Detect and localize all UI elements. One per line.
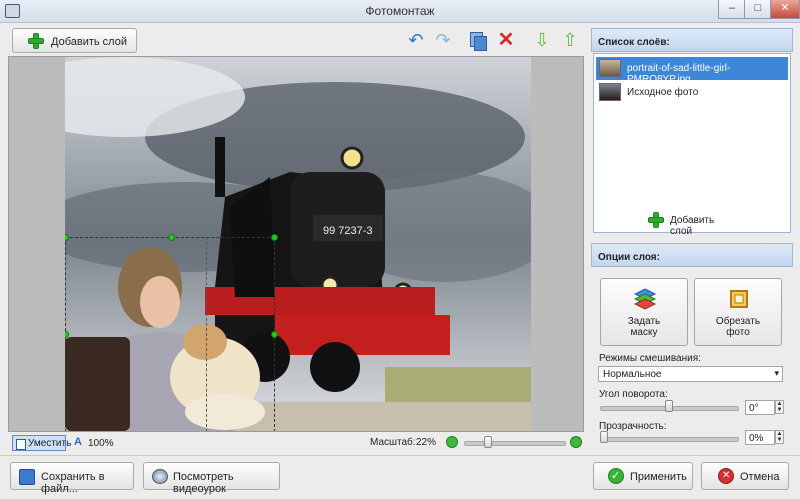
copy-layer-icon[interactable]: [470, 32, 487, 51]
blend-mode-value: Нормальное: [603, 369, 662, 380]
selection-guide: [206, 237, 207, 431]
status-bar: Уместить A 100% Масштаб: 22%: [8, 433, 584, 452]
layer-thumbnail: [599, 59, 621, 77]
set-mask-button[interactable]: Задать маску: [600, 278, 688, 346]
add-layer-button[interactable]: Добавить слой: [12, 28, 137, 53]
title-bar: Фотомонтаж – □ ✕: [0, 0, 800, 23]
layers-mask-icon: [633, 288, 657, 310]
cancel-button[interactable]: ✕ Отмена: [701, 462, 789, 490]
options-panel-title: Опции слоя:: [591, 243, 793, 267]
watch-video-label: Посмотреть видеоурок: [173, 471, 234, 495]
rotation-value: 0°: [749, 403, 759, 414]
zoom-in-icon[interactable]: [570, 436, 582, 448]
layer-item[interactable]: portrait-of-sad-little-girl-PMRQ8YP.jpg: [596, 57, 788, 85]
cancel-icon: ✕: [718, 468, 734, 484]
divider: [0, 455, 800, 456]
close-window-button[interactable]: ✕: [770, 0, 800, 19]
layer-list: portrait-of-sad-little-girl-PMRQ8YP.jpg …: [593, 53, 791, 237]
fit-icon: [16, 439, 26, 450]
add-layer-label: Добавить слой: [51, 36, 127, 48]
opacity-label: Прозрачность:: [599, 421, 667, 432]
undo-icon[interactable]: ↶: [406, 30, 426, 50]
layer-label: Исходное фото: [627, 87, 699, 98]
blend-mode-label: Режимы смешивания:: [599, 353, 701, 364]
panel-add-layer-label: Добавить слой: [670, 215, 715, 237]
opacity-value: 0%: [749, 433, 764, 444]
layers-panel-title: Список слоёв:: [591, 28, 793, 52]
blend-mode-select[interactable]: Нормальное ▾: [598, 366, 783, 382]
arrow-down-icon[interactable]: ⇩: [532, 30, 552, 50]
resize-handle[interactable]: [168, 234, 175, 241]
zoom-value: 22%: [416, 437, 437, 448]
opacity-slider[interactable]: [600, 437, 739, 442]
set-mask-label: Задать маску: [627, 316, 661, 338]
save-to-file-button[interactable]: Сохранить в файл...: [10, 462, 134, 495]
apply-label: Применить: [630, 471, 687, 483]
fit-label: Уместить: [28, 438, 72, 449]
crop-photo-label: Обрезать фото: [715, 316, 761, 338]
zoom-slider-thumb[interactable]: [484, 436, 493, 448]
window-title: Фотомонтаж: [365, 4, 435, 18]
redo-icon[interactable]: ↷: [433, 30, 453, 50]
plus-icon: [28, 33, 44, 49]
selection-frame[interactable]: [65, 237, 275, 431]
zoom-slider[interactable]: [464, 441, 566, 446]
rotation-spinner[interactable]: ▲ ▼: [775, 400, 784, 414]
photo-canvas[interactable]: 99 7237-3: [65, 57, 531, 431]
maximize-button[interactable]: □: [744, 0, 772, 19]
opacity-slider-thumb[interactable]: [600, 431, 608, 443]
cancel-label: Отмена: [740, 471, 780, 483]
resize-handle[interactable]: [271, 234, 278, 241]
actual-size-icon: A: [74, 436, 82, 448]
actual-size-button[interactable]: A 100%: [70, 435, 120, 451]
rotation-slider-thumb[interactable]: [664, 400, 673, 412]
resize-handle[interactable]: [271, 331, 278, 338]
webcam-icon: [152, 469, 168, 484]
delete-layer-icon[interactable]: ✕: [496, 30, 516, 50]
minimize-button[interactable]: –: [718, 0, 746, 19]
zoom-out-icon[interactable]: [446, 436, 458, 448]
locomotive-plate: 99 7237-3: [323, 225, 373, 237]
panel-add-layer-button[interactable]: Добавить слой: [648, 211, 738, 237]
rotation-input[interactable]: 0°: [745, 400, 775, 415]
fit-button[interactable]: Уместить: [12, 435, 71, 451]
plus-icon: [648, 212, 664, 228]
actual-size-label: 100%: [88, 438, 114, 449]
chevron-down-icon: ▾: [774, 368, 779, 378]
save-icon: [19, 469, 35, 485]
check-icon: ✓: [608, 468, 624, 484]
layer-thumbnail: [599, 83, 621, 101]
crop-photo-button[interactable]: Обрезать фото: [694, 278, 782, 346]
save-to-file-label: Сохранить в файл...: [41, 471, 105, 495]
watch-video-button[interactable]: Посмотреть видеоурок: [143, 462, 280, 495]
rotation-label: Угол поворота:: [599, 389, 668, 400]
opacity-spinner[interactable]: ▲ ▼: [775, 430, 784, 444]
arrow-up-icon[interactable]: ⇧: [560, 30, 580, 50]
zoom-label: Масштаб:: [370, 437, 416, 448]
apply-button[interactable]: ✓ Применить: [593, 462, 693, 490]
opacity-input[interactable]: 0%: [745, 430, 775, 445]
canvas-area[interactable]: 99 7237-3: [8, 56, 584, 432]
crop-icon: [730, 290, 748, 308]
layer-item[interactable]: Исходное фото: [596, 81, 788, 104]
